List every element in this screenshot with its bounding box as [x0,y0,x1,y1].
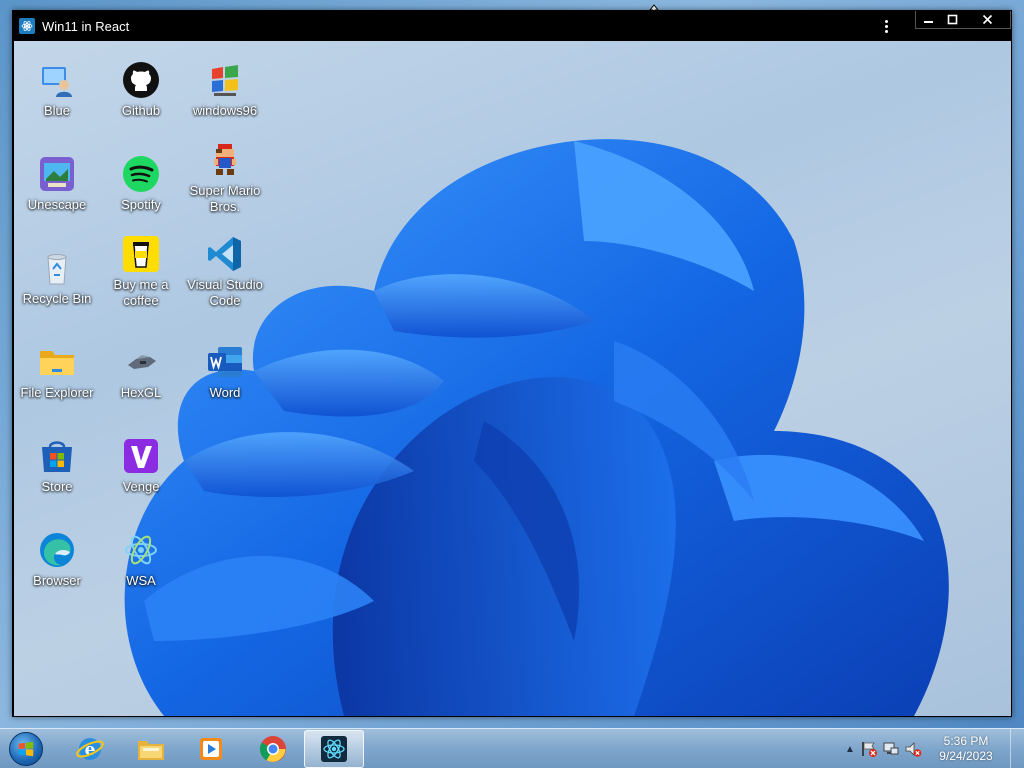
windows96-icon [206,61,244,99]
desktop-icon-blue[interactable]: Blue [15,59,99,149]
blue-user-icon [38,61,76,99]
spotify-icon [122,155,160,193]
system-tray: ▲ 5:36 PM 9/24/2023 [842,729,1024,768]
desktop-icon-label: Browser [33,573,81,588]
network-icon[interactable] [880,738,902,760]
unescape-icon [38,155,76,193]
desktop-icon-hexgl[interactable]: HexGL [99,341,183,431]
clock-time: 5:36 PM [943,734,989,748]
venge-icon [122,437,160,475]
desktop-icon-super-mario[interactable]: Super Mario Bros. [183,139,267,229]
edge-icon [38,531,76,569]
show-desktop-button[interactable] [1010,729,1024,768]
taskbar-clock[interactable]: 5:36 PM 9/24/2023 [928,734,1004,764]
vscode-icon [206,235,244,273]
desktop-icon-label: Visual Studio Code [187,277,263,308]
minimize-button[interactable] [916,11,940,28]
desktop-icon-store[interactable]: Store [15,435,99,525]
desktop-icon-label: Word [209,385,241,400]
window-title: Win11 in React [42,18,130,34]
desktop-icon-label: Spotify [121,197,161,212]
volume-muted-icon[interactable] [902,738,924,760]
taskbar-media-player[interactable] [182,730,242,768]
clock-date: 9/24/2023 [939,749,993,763]
desktop-icon-label: File Explorer [20,385,94,400]
show-hidden-icons-button[interactable]: ▲ [842,744,858,755]
desktop-icon-vscode[interactable]: Visual Studio Code [183,233,267,323]
desktop-icon-label: HexGL [120,385,162,400]
desktop-icon-label: Blue [43,103,71,118]
desktop-icon-label: windows96 [192,103,258,118]
desktop-icon-venge[interactable]: Venge [99,435,183,525]
taskbar: e ▲ 5:36 PM 9/24/2023 [0,728,1024,768]
desktop-icon-label: WSA [126,573,156,588]
media-player-icon [200,737,222,760]
action-center-flag-icon[interactable] [858,738,880,760]
desktop-icon-word[interactable]: Word [183,341,267,431]
more-options-icon[interactable] [877,11,895,41]
desktop-icon-label: Recycle Bin [22,291,92,306]
react-app-icon [19,18,35,34]
coffee-icon [122,235,160,273]
desktop-icon-unescape[interactable]: Unescape [15,153,99,243]
maximize-button[interactable] [940,11,964,28]
window-titlebar[interactable]: Win11 in React [13,11,1011,41]
taskbar-windows-explorer[interactable] [121,730,181,768]
taskbar-internet-explorer[interactable]: e [60,730,120,768]
close-button[interactable] [964,11,1010,28]
desktop-icon-label: Store [41,479,73,494]
wsa-icon [122,531,160,569]
desktop-icon-recycle-bin[interactable]: Recycle Bin [15,247,99,337]
desktop-icon-label: Super Mario Bros. [189,183,261,214]
github-icon [122,61,160,99]
chrome-icon [259,735,286,762]
desktop-icon-spotify[interactable]: Spotify [99,153,183,243]
taskbar-react-app[interactable] [304,729,364,768]
desktop-icon-wsa[interactable]: WSA [99,529,183,619]
desktop-icon-browser[interactable]: Browser [15,529,99,619]
desktop-icon-label: Buy me a coffee [113,277,169,308]
desktop-icon-windows96[interactable]: windows96 [183,59,267,149]
desktop-icon-label: Github [121,103,161,118]
window-controls [915,11,1011,29]
windows-logo-icon [9,731,43,766]
hexgl-icon [122,343,160,381]
react-app-icon [321,735,347,762]
recycle-bin-icon [38,249,76,287]
minimize-icon [923,21,933,23]
folder-icon [38,343,76,381]
mario-icon [206,141,244,179]
taskbar-chrome[interactable] [243,730,303,768]
store-icon [38,437,76,475]
close-icon [982,14,992,25]
desktop-icon-github[interactable]: Github [99,59,183,149]
start-button[interactable] [6,729,46,768]
windows-explorer-icon [138,740,164,760]
desktop-icon-label: Venge [122,479,160,494]
desktop-icon-buy-me-a-coffee[interactable]: Buy me a coffee [99,233,183,323]
word-icon [206,343,244,381]
internet-explorer-icon: e [76,737,104,760]
desktop-icon-file-explorer[interactable]: File Explorer [15,341,99,431]
inner-desktop[interactable]: Blue Github windows96 Unescape Spotify S… [14,41,1011,716]
app-window: Win11 in React Blue Github windows96 Une… [12,10,1012,717]
maximize-icon [947,14,957,25]
desktop-icon-label: Unescape [27,197,87,212]
